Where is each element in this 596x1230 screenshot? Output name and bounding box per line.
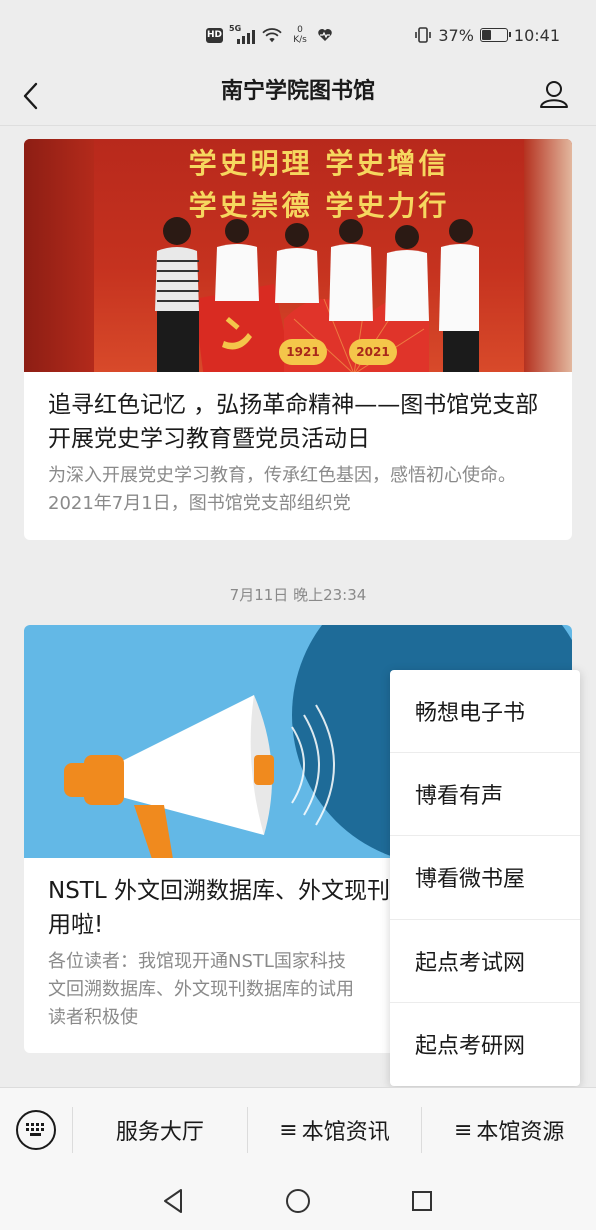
system-home-button[interactable] [283, 1186, 313, 1216]
battery-percent: 37% [438, 25, 474, 45]
megaphone-graphic [64, 695, 335, 858]
clock: 10:41 [513, 25, 560, 45]
person-icon [540, 81, 568, 108]
page-title: 南宁学院图书馆 [220, 79, 375, 104]
cellular-signal-icon: 5G [229, 24, 255, 44]
submenu-item-bookan-micro-library[interactable]: 博看微书屋 [390, 836, 580, 920]
article-digest: 为深入开展党史学习教育，传承红色基因，感悟初心使命。2021年7月1日，图书馆党… [48, 465, 516, 514]
poster-slogan-line: 学史明理 学史增信 [188, 147, 450, 180]
submenu-item-bookan-audio[interactable]: 博看有声 [390, 753, 580, 837]
menu-tab-label: 本馆资源 [476, 1120, 565, 1145]
triangle-back-icon [164, 1189, 182, 1213]
people-photo [155, 217, 479, 372]
menu-tab-label: 服务大厅 [115, 1120, 204, 1145]
status-icons-left: HD 5G 0 K/s [206, 22, 333, 48]
menu-tab-library-resources[interactable]: ≡ 本馆资源 [422, 1088, 596, 1173]
system-recents-button[interactable] [407, 1186, 437, 1216]
menu-list-icon: ≡ [279, 1117, 298, 1143]
submenu-item-changxiang-ebook[interactable]: 畅想电子书 [390, 670, 580, 754]
health-heart-icon [318, 29, 332, 41]
menu-tab-library-news[interactable]: ≡ 本馆资讯 [248, 1088, 422, 1173]
system-back-button[interactable] [158, 1186, 188, 1216]
submenu-item-qidian-exam[interactable]: 起点考试网 [390, 920, 580, 1003]
square-recents-icon [412, 1191, 432, 1211]
wifi-icon [262, 28, 282, 43]
status-bar: HD 5G 0 K/s 37% 10:41 [0, 0, 596, 66]
net-speed-value: 0 [297, 25, 303, 35]
vibrate-icon [415, 27, 432, 43]
status-icons-right: 37% 10:41 [414, 22, 560, 48]
back-button[interactable] [14, 78, 48, 114]
official-account-menu: 服务大厅 ≡ 本馆资讯 ≡ 本馆资源 [0, 1087, 596, 1172]
submenu-item-qidian-postgrad[interactable]: 起点考研网 [390, 1003, 580, 1086]
menu-tab-service-hall[interactable]: 服务大厅 [73, 1088, 247, 1173]
nav-bar: 南宁学院图书馆 [0, 66, 596, 126]
message-timestamp: 7月11日 晚上23:34 [229, 586, 367, 604]
article-card[interactable]: 学史明理 学史增信 学史崇德 学史力行 1921 2021 追寻红色记忆 ，弘扬… [24, 139, 572, 540]
hd-badge: HD [206, 27, 223, 43]
menu-tab-label: 本馆资讯 [301, 1120, 390, 1145]
net-speed-unit: K/s [293, 35, 307, 45]
chevron-left-icon [23, 82, 38, 110]
menu-list-icon: ≡ [453, 1117, 473, 1143]
battery-icon [479, 28, 511, 42]
resource-submenu: 畅想电子书 博看有声 博看微书屋 起点考试网 起点考研网 [390, 670, 580, 1086]
keyboard-toggle-button[interactable] [0, 1088, 72, 1173]
net-speed: 0 K/s [289, 25, 311, 45]
keyboard-icon [16, 1110, 56, 1150]
circle-home-icon [286, 1189, 310, 1213]
article-cover-image: 学史明理 学史增信 学史崇德 学史力行 1921 2021 [24, 139, 572, 372]
article-title: 追寻红色记忆 ，弘扬革命精神——图书馆党支部开展党史学习教育暨党员活动日 [48, 392, 539, 452]
battery-level-fill [481, 30, 491, 40]
profile-button[interactable] [534, 74, 574, 114]
system-navigation-bar [0, 1172, 596, 1230]
